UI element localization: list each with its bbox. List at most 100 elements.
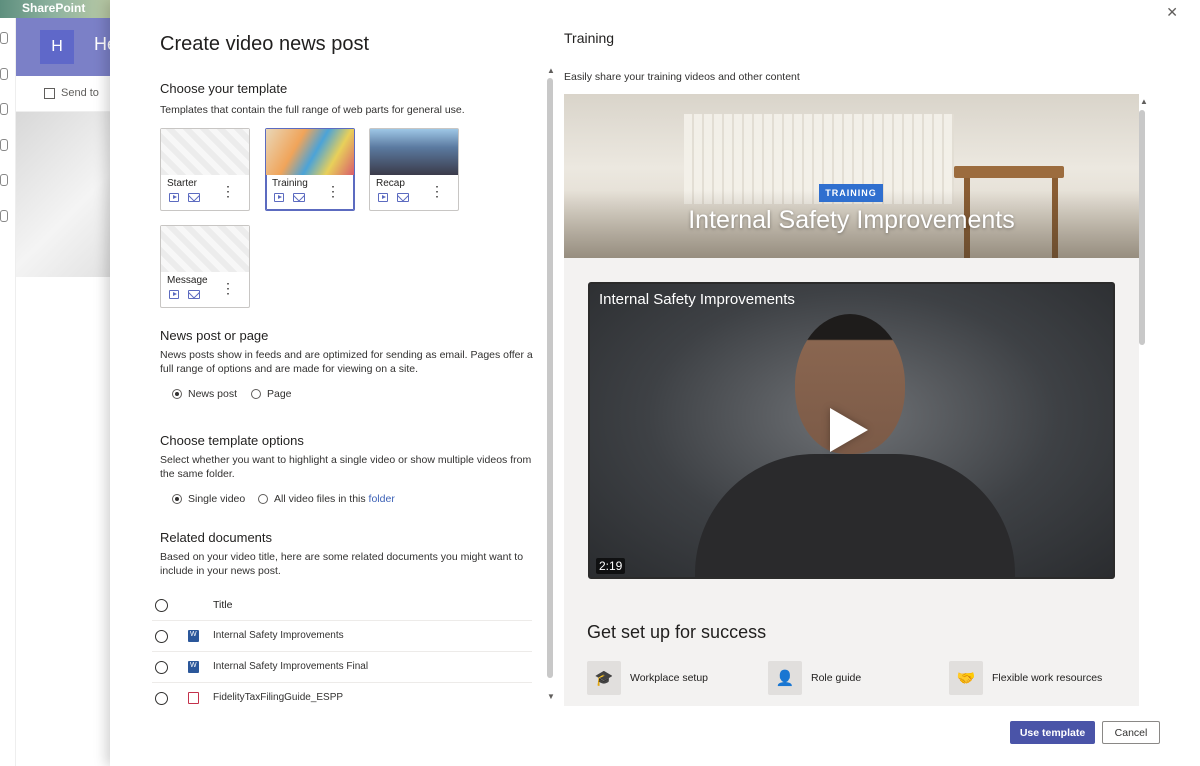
options-scrollbar[interactable] [547,78,553,678]
quick-link-label: Workplace setup [630,672,709,684]
play-icon[interactable] [830,408,868,452]
suite-bar: SharePoint [0,0,110,18]
template-section-description: Templates that contain the full range of… [160,104,465,116]
mail-icon [293,193,305,202]
preview-scroll-up-icon[interactable]: ▲ [1140,97,1148,106]
more-options-icon[interactable]: ⋮ [430,184,444,198]
section-heading: Get set up for success [587,622,767,642]
create-video-news-panel: ✕ Create video news post Choose your tem… [110,0,1200,766]
template-thumbnail [161,129,249,175]
post-type-description: News posts show in feeds and are optimiz… [160,349,533,375]
template-card-training[interactable]: Training ⋮ [265,128,355,211]
table-header-row: Title [152,590,532,621]
preview-hero-image: TRAINING Internal Safety Improvements [564,94,1139,258]
mail-icon [188,193,200,202]
video-icon [169,193,179,202]
template-thumbnail [161,226,249,272]
template-card-recap[interactable]: Recap ⋮ [369,128,459,211]
table-row[interactable]: Internal Safety Improvements Final [152,652,532,683]
video-icon [274,193,284,202]
graduation-cap-icon: 🎓 [587,661,621,695]
page-label[interactable]: Page [267,388,292,400]
home-icon[interactable] [0,32,8,44]
template-preview: TRAINING Internal Safety Improvements In… [564,94,1139,706]
handshake-icon: 🤝 [949,661,983,695]
single-video-radio[interactable] [172,494,182,504]
topic-badge: TRAINING [819,184,883,202]
template-card-starter[interactable]: Starter ⋮ [160,128,250,211]
quick-link-label: Role guide [811,672,862,684]
template-name: Recap [376,178,405,189]
template-section-title: Choose your template [160,81,288,96]
template-name: Training [272,178,308,189]
preview-title: Training [564,30,615,46]
video-title: Internal Safety Improvements [599,291,795,308]
template-name: Starter [167,178,198,189]
video-icon [378,193,388,202]
background-hero [16,112,110,277]
template-options-description: Select whether you want to highlight a s… [160,454,532,480]
list-icon[interactable] [0,174,8,186]
app-rail [0,0,16,766]
scroll-down-icon[interactable]: ▼ [547,692,555,701]
pdf-icon [188,692,199,704]
video-icon [169,290,179,299]
command-bar: Send to [16,76,110,112]
more-options-icon[interactable]: ⋮ [221,281,235,295]
preview-column: Training Easily share your training vide… [564,0,1154,766]
template-card-message[interactable]: Message ⋮ [160,225,250,308]
word-icon [188,630,199,642]
scroll-up-icon[interactable]: ▲ [547,66,555,75]
video-duration: 2:19 [596,558,626,574]
mail-icon [397,193,409,202]
row-select-radio[interactable] [155,661,168,674]
options-column: Create video news post Choose your templ… [152,0,540,766]
mail-icon [188,290,200,299]
table-row[interactable]: FidelityTaxFilingGuide_ESPP [152,683,532,714]
news-post-radio[interactable] [172,389,182,399]
row-select-radio[interactable] [155,630,168,643]
chat-icon[interactable] [0,103,8,115]
template-options-title: Choose template options [160,433,304,448]
person-icon: 👤 [768,661,802,695]
hero-title: Internal Safety Improvements [688,206,1015,234]
close-icon[interactable]: ✕ [1166,4,1178,21]
single-video-label[interactable]: Single video [188,493,245,505]
post-type-title: News post or page [160,328,269,343]
plus-icon[interactable] [0,210,8,222]
related-docs-description: Based on your video title, here are some… [160,551,524,577]
all-videos-text: All video files in this [274,493,366,505]
quick-link-label: Flexible work resources [992,672,1103,684]
files-icon[interactable] [0,139,8,151]
use-template-button[interactable]: Use template [1010,721,1095,744]
template-thumbnail [266,129,354,175]
video-player[interactable]: Internal Safety Improvements 2:19 [588,282,1115,579]
panel-title: Create video news post [160,33,370,55]
folder-link[interactable]: folder [369,493,395,505]
app-name[interactable]: SharePoint [22,1,85,15]
doc-title[interactable]: Internal Safety Improvements [213,630,344,641]
globe-icon[interactable] [0,68,8,80]
doc-title[interactable]: Internal Safety Improvements Final [213,661,368,672]
preview-scrollbar[interactable] [1139,110,1145,345]
template-thumbnail [370,129,458,175]
more-options-icon[interactable]: ⋮ [326,184,340,198]
all-videos-label[interactable]: All video files in this folder [274,493,395,505]
site-logo[interactable]: H [40,30,74,64]
page-radio[interactable] [251,389,261,399]
send-to-button[interactable]: Send to [61,87,99,99]
row-select-radio[interactable] [155,692,168,705]
all-videos-radio[interactable] [258,494,268,504]
news-post-label[interactable]: News post [188,388,237,400]
table-row[interactable]: Internal Safety Improvements [152,621,532,652]
doc-title[interactable]: FidelityTaxFilingGuide_ESPP [213,692,343,703]
template-name: Message [167,275,208,286]
video-person-body [695,454,1015,577]
select-all-radio[interactable] [155,599,168,612]
more-options-icon[interactable]: ⋮ [221,184,235,198]
column-header-title[interactable]: Title [213,599,232,611]
send-icon [44,88,55,99]
related-docs-title: Related documents [160,530,273,545]
cancel-button[interactable]: Cancel [1102,721,1160,744]
hero-stool [954,166,1064,178]
